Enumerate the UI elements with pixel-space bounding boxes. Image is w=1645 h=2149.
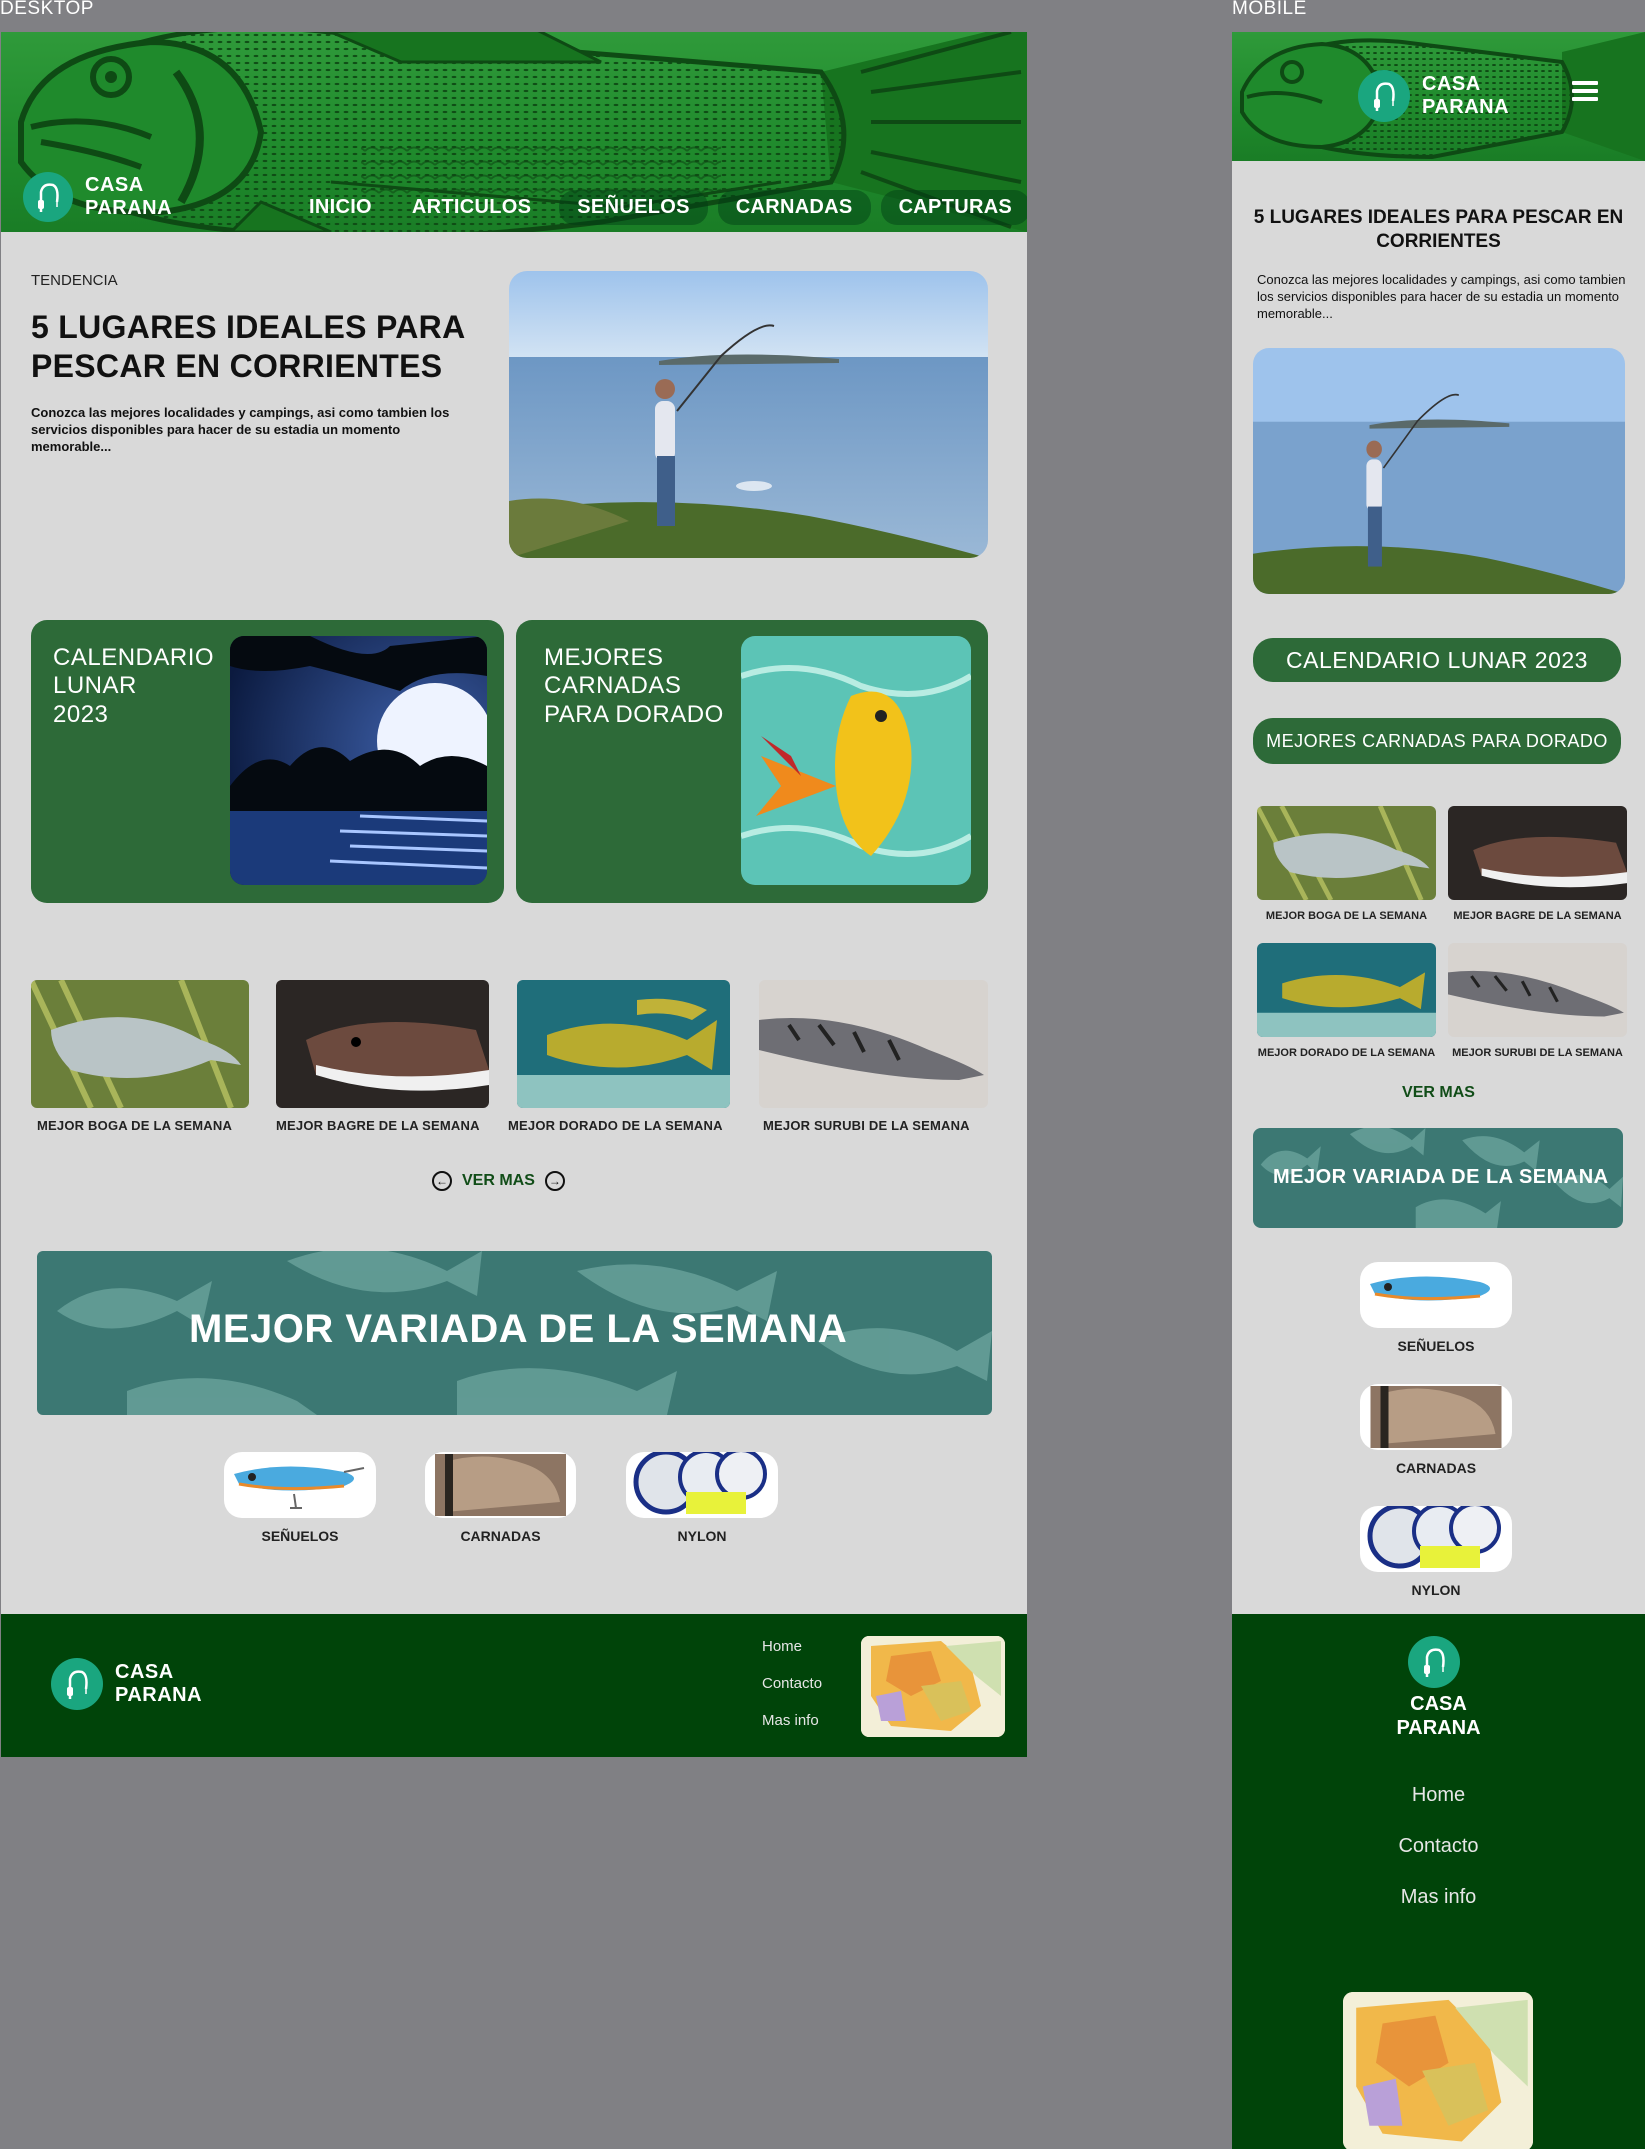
mobile-feature-photo[interactable]: [1253, 348, 1625, 594]
card-title-line: CALENDARIO: [53, 644, 215, 671]
product-carnadas-label: CARNADAS: [460, 1528, 541, 1544]
mobile-footer-brand[interactable]: CASA PARANA: [1232, 1692, 1645, 1740]
thumb-surubi[interactable]: [759, 980, 988, 1108]
arrow-left-circle-icon[interactable]: ←: [432, 1171, 452, 1191]
nav-item-articulos[interactable]: ARTICULOS: [394, 190, 549, 225]
mobile-corrientes-map-image[interactable]: [1343, 1992, 1533, 2149]
caption-boga: MEJOR BOGA DE LA SEMANA: [37, 1118, 233, 1133]
product-senuelos-label: SEÑUELOS: [261, 1528, 339, 1544]
mobile-product-senuelos-image[interactable]: [1360, 1262, 1512, 1328]
corrientes-map-image[interactable]: [861, 1636, 1005, 1737]
card-title-line: CARNADAS: [544, 672, 682, 700]
brand-line1: CASA: [85, 174, 144, 196]
nav-item-capturas[interactable]: CAPTURAS: [880, 190, 1027, 225]
brand-line1: CASA: [115, 1661, 174, 1683]
mobile-banner-title: MEJOR VARIADA DE LA SEMANA: [1273, 1166, 1609, 1188]
mobile-thumb-dorado[interactable]: [1257, 943, 1436, 1037]
brand-line2: PARANA: [1396, 1717, 1481, 1739]
nav-item-senuelos[interactable]: SEÑUELOS: [559, 190, 708, 225]
mobile-product-nylon-label: NYLON: [1411, 1582, 1461, 1598]
nav-item-carnadas[interactable]: CARNADAS: [717, 190, 871, 225]
mobile-product-carnadas-image[interactable]: [1360, 1384, 1512, 1450]
product-nylon-label: NYLON: [677, 1528, 727, 1544]
brand-line1: CASA: [1410, 1693, 1467, 1715]
brand-line2: PARANA: [85, 197, 173, 219]
product-nylon-image[interactable]: [626, 1452, 778, 1518]
card-mejores-carnadas[interactable]: MEJORES CARNADAS PARA DORADO: [516, 620, 988, 903]
feature-tag: TENDENCIA: [31, 272, 118, 289]
desktop-page: CASA PARANA INICIO ARTICULOS SEÑUELOS CA…: [1, 32, 1027, 1757]
mobile-feature-summary: Conozca las mejores localidades y campin…: [1257, 272, 1626, 321]
mobile-frame-label: MOBILE: [1232, 0, 1307, 19]
ver-mas-control: ← VER MAS →: [432, 1171, 565, 1191]
mobile-caption-bagre: MEJOR BAGRE DE LA SEMANA: [1453, 910, 1622, 922]
variada-banner[interactable]: MEJOR VARIADA DE LA SEMANA: [37, 1251, 992, 1415]
mobile-variada-banner[interactable]: MEJOR VARIADA DE LA SEMANA: [1253, 1128, 1623, 1228]
mobile-feature-title[interactable]: 5 LUGARES IDEALES PARA PESCAR EN CORRIEN…: [1252, 206, 1625, 254]
card-title-line: MEJORES: [544, 644, 664, 671]
fishing-rod-icon: [23, 172, 73, 222]
desktop-frame-label: DESKTOP: [0, 0, 94, 19]
nav-item-inicio[interactable]: INICIO: [291, 190, 390, 225]
mobile-product-senuelos-label: SEÑUELOS: [1397, 1338, 1475, 1354]
card-calendario-lunar[interactable]: CALENDARIO LUNAR 2023: [31, 620, 504, 903]
fishing-rod-icon: [51, 1658, 103, 1710]
site-footer: CASA PARANA Home Contacto Mas info: [1, 1614, 1027, 1757]
footer-link-contacto[interactable]: Contacto: [762, 1675, 822, 1692]
mobile-caption-boga: MEJOR BOGA DE LA SEMANA: [1265, 910, 1428, 922]
brand-line2: PARANA: [115, 1684, 203, 1706]
footer-link-mas-info[interactable]: Mas info: [762, 1712, 819, 1729]
mobile-footer-link-home[interactable]: Home: [1232, 1784, 1645, 1807]
product-senuelos-image[interactable]: [224, 1452, 376, 1518]
site-logo[interactable]: CASA PARANA: [23, 172, 172, 222]
brand-line1: CASA: [1422, 73, 1481, 95]
mobile-footer-link-mas-info[interactable]: Mas info: [1232, 1886, 1645, 1909]
mobile-footer-link-contacto[interactable]: Contacto: [1232, 1835, 1645, 1858]
caption-bagre: MEJOR BAGRE DE LA SEMANA: [276, 1118, 480, 1133]
footer-link-home[interactable]: Home: [762, 1638, 802, 1655]
mobile-site-footer: CASA PARANA Home Contacto Mas info: [1232, 1614, 1645, 2149]
fishing-rod-icon: [1408, 1636, 1460, 1688]
fishing-rod-icon: [1358, 70, 1410, 122]
caption-dorado: MEJOR DORADO DE LA SEMANA: [508, 1118, 723, 1133]
product-carnadas-image[interactable]: [425, 1452, 576, 1518]
feature-summary: Conozca las mejores localidades y campin…: [31, 405, 450, 455]
mobile-thumb-boga[interactable]: [1257, 806, 1436, 900]
hamburger-menu-icon[interactable]: [1572, 77, 1598, 105]
card-title-line: LUNAR: [53, 672, 137, 700]
mobile-caption-surubi: MEJOR SURUBI DE LA SEMANA: [1452, 1047, 1623, 1059]
mobile-thumb-bagre[interactable]: [1448, 806, 1627, 900]
mobile-page: CASA PARANA 5 LUGARES IDEALES PARA PESCA…: [1232, 32, 1645, 2149]
feature-title[interactable]: 5 LUGARES IDEALES PARA PESCAR EN CORRIEN…: [31, 308, 491, 386]
mobile-product-carnadas-label: CARNADAS: [1395, 1460, 1477, 1476]
dorado-jumping-image: [741, 636, 971, 885]
banner-title: MEJOR VARIADA DE LA SEMANA: [189, 1307, 848, 1351]
thumb-bagre[interactable]: [276, 980, 489, 1108]
footer-logo[interactable]: CASA PARANA: [51, 1658, 202, 1710]
thumb-boga[interactable]: [31, 980, 249, 1108]
mobile-card-calendario-lunar[interactable]: CALENDARIO LUNAR 2023: [1253, 638, 1621, 682]
hero-header: CASA PARANA INICIO ARTICULOS SEÑUELOS CA…: [1, 32, 1027, 232]
mobile-hero-header: CASA PARANA: [1232, 32, 1645, 161]
mobile-ver-mas-link[interactable]: VER MAS: [1232, 1084, 1645, 1102]
caption-surubi: MEJOR SURUBI DE LA SEMANA: [763, 1118, 970, 1133]
card-title-line: 2023: [53, 700, 109, 728]
moon-night-image: [230, 636, 487, 885]
mobile-product-nylon-image[interactable]: [1360, 1506, 1512, 1572]
brand-line2: PARANA: [1422, 96, 1510, 118]
main-nav: INICIO ARTICULOS SEÑUELOS CARNADAS CAPTU…: [291, 190, 1027, 225]
ver-mas-link[interactable]: VER MAS: [462, 1172, 535, 1190]
mobile-card-mejores-carnadas[interactable]: MEJORES CARNADAS PARA DORADO: [1253, 718, 1621, 764]
mobile-site-logo[interactable]: CASA PARANA: [1358, 70, 1509, 122]
thumb-dorado[interactable]: [517, 980, 730, 1108]
mobile-thumb-surubi[interactable]: [1448, 943, 1627, 1037]
feature-photo[interactable]: [509, 271, 988, 558]
arrow-right-circle-icon[interactable]: →: [544, 1171, 565, 1191]
mobile-caption-dorado: MEJOR DORADO DE LA SEMANA: [1257, 1047, 1436, 1059]
card-title-line: PARA DORADO: [544, 700, 724, 728]
